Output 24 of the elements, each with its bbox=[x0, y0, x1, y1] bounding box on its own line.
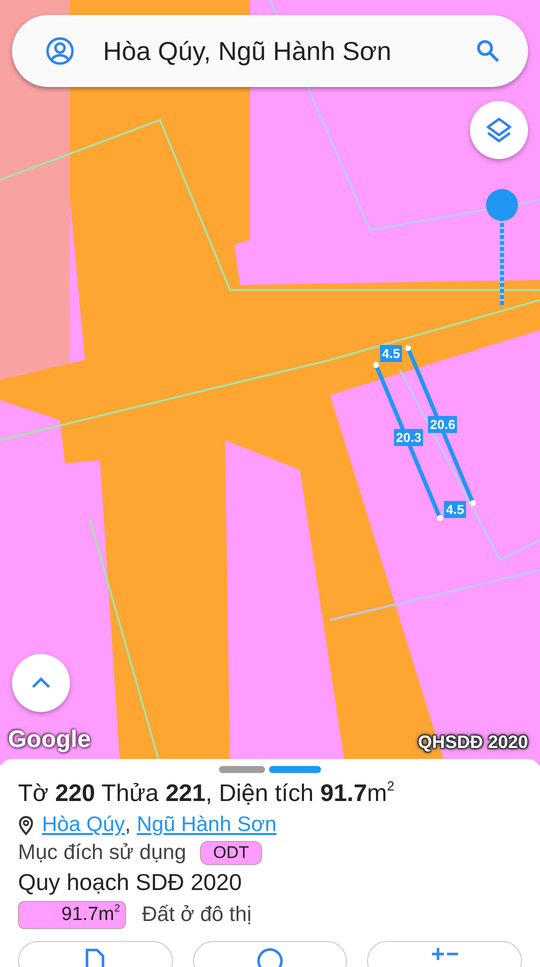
separator: , bbox=[124, 812, 131, 838]
area-chip: 91.7m$^{2}$ bbox=[18, 901, 126, 929]
length-label: 4.5 bbox=[380, 345, 402, 362]
page-indicator[interactable] bbox=[219, 766, 265, 773]
page-indicator[interactable] bbox=[269, 766, 321, 773]
purpose-label: Mục đích sử dụng bbox=[18, 840, 186, 866]
length-label: 20.3 bbox=[394, 429, 424, 446]
length-label: 4.5 bbox=[444, 501, 466, 518]
info-icon bbox=[257, 948, 283, 967]
list-icon bbox=[432, 948, 458, 960]
chevron-up-icon bbox=[31, 677, 51, 689]
document-icon bbox=[85, 948, 106, 967]
plan-title: Quy hoạch SDĐ 2020 bbox=[18, 868, 243, 897]
search-icon[interactable] bbox=[476, 39, 500, 63]
account-icon[interactable] bbox=[45, 36, 75, 66]
search-field[interactable]: Hòa Qúy, Ngũ Hành Sơn bbox=[103, 36, 448, 66]
layers-icon bbox=[485, 116, 513, 144]
search-bar[interactable]: Hòa Qúy, Ngũ Hành Sơn bbox=[12, 15, 528, 87]
parcel-title: Tờ 220 Thửa 221, Diện tích 91.7m$^{2}$ bbox=[18, 779, 396, 809]
zone-name: Đất ở đô thị bbox=[142, 903, 252, 927]
location-pin-icon bbox=[18, 814, 34, 836]
length-label: 20.6 bbox=[428, 416, 458, 433]
land-use-badge: ODT bbox=[200, 841, 262, 865]
google-logo: Google bbox=[8, 726, 91, 754]
